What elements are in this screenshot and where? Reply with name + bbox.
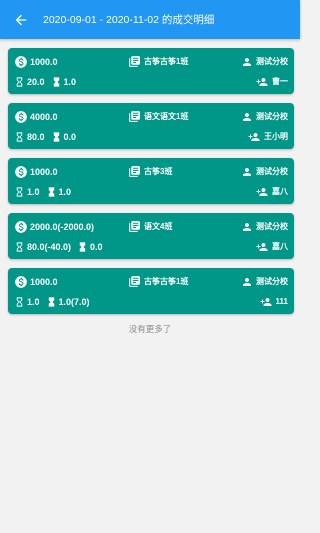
hourglass-full-icon (51, 131, 62, 143)
dollar-circle-icon (14, 55, 28, 69)
library-books-icon (128, 220, 141, 233)
student-name: 王小明 (264, 132, 288, 141)
transaction-card[interactable]: 2000.0(-2000.0) 语文4班 测试分校 80.0(-40.0) 0.… (8, 213, 294, 259)
school-name: 测试分校 (256, 222, 288, 231)
hourglass-full-icon (77, 241, 88, 253)
person-icon (241, 56, 253, 68)
class-name: 古筝3班 (144, 167, 173, 176)
class-name: 古筝古筝1班 (144, 277, 189, 286)
library-books-icon (128, 55, 141, 68)
student-info: 嘉八 (255, 238, 288, 255)
student-info: 王小明 (247, 128, 288, 145)
class-info: 语文4班 (128, 218, 172, 235)
person-icon (241, 166, 253, 178)
student-info: 曹一 (255, 73, 288, 90)
hourglass-full-icon (51, 76, 62, 88)
class-info: 古筝3班 (128, 163, 172, 180)
amount-value: 1000.0 (30, 56, 58, 67)
student-name: 111 (275, 297, 288, 306)
hours-value: 1.0 (27, 186, 40, 197)
student-name: 嘉八 (272, 242, 288, 251)
card-bottom-row: 1.0 1.0(7.0) 111 (14, 293, 288, 310)
class-name: 古筝古筝1班 (144, 57, 189, 66)
count-value: 0.0 (63, 131, 77, 142)
student-info: 嘉八 (255, 183, 288, 200)
add-person-icon (259, 296, 273, 308)
school-info: 测试分校 (241, 163, 288, 180)
hours-value: 20.0 (27, 76, 45, 87)
hours-value: 1.0 (27, 296, 40, 307)
card-top-row: 2000.0(-2000.0) 语文4班 测试分校 (14, 218, 288, 235)
dollar-circle-icon (14, 220, 28, 234)
count-value: 1.0 (63, 76, 77, 87)
person-icon (241, 221, 253, 233)
card-bottom-row: 80.0(-40.0) 0.0 嘉八 (14, 238, 288, 255)
library-books-icon (128, 165, 141, 178)
school-name: 测试分校 (256, 57, 288, 66)
library-books-icon (128, 275, 141, 288)
school-name: 测试分校 (256, 277, 288, 286)
add-person-icon (247, 131, 261, 143)
transaction-list: 1000.0 古筝古筝1班 测试分校 20.0 1.0 曹一 4000.0 语文… (0, 39, 300, 314)
class-info: 古筝古筝1班 (128, 273, 188, 290)
hourglass-empty-icon (14, 186, 25, 198)
class-info: 语文语文1班 (128, 108, 188, 125)
class-name: 语文4班 (144, 222, 173, 231)
card-bottom-row: 80.0 0.0 王小明 (14, 128, 288, 145)
school-info: 测试分校 (241, 218, 288, 235)
transaction-card[interactable]: 1000.0 古筝3班 测试分校 1.0 1.0 嘉八 (8, 158, 294, 204)
hours-value: 80.0 (27, 131, 45, 142)
arrow-back-icon[interactable] (13, 12, 29, 28)
card-top-row: 1000.0 古筝古筝1班 测试分校 (14, 273, 288, 290)
add-person-icon (255, 186, 269, 198)
school-name: 测试分校 (256, 112, 288, 121)
card-top-row: 1000.0 古筝3班 测试分校 (14, 163, 288, 180)
school-info: 测试分校 (241, 53, 288, 70)
add-person-icon (255, 241, 269, 253)
hours-value: 80.0(-40.0) (27, 241, 72, 252)
school-name: 测试分校 (256, 167, 288, 176)
hourglass-empty-icon (14, 241, 25, 253)
back-button[interactable] (12, 11, 30, 29)
transaction-card[interactable]: 1000.0 古筝古筝1班 测试分校 (8, 268, 294, 314)
count-value: 0.0 (90, 241, 103, 252)
count-value: 1.0 (58, 186, 72, 197)
transaction-card[interactable]: 4000.0 语文语文1班 测试分校 80.0 0.0 王小明 (8, 103, 294, 149)
card-top-row: 1000.0 古筝古筝1班 测试分校 (14, 53, 288, 70)
dollar-circle-icon (14, 275, 28, 289)
card-bottom-row: 1.0 1.0 嘉八 (14, 183, 288, 200)
student-name: 嘉八 (272, 187, 288, 196)
page-title: 2020-09-01 - 2020-11-02 的成交明细 (43, 14, 215, 26)
app-bar: 2020-09-01 - 2020-11-02 的成交明细 (0, 0, 300, 39)
person-icon (241, 276, 253, 288)
dollar-circle-icon (14, 165, 28, 179)
hourglass-empty-icon (14, 131, 25, 143)
school-info: 测试分校 (241, 273, 288, 290)
card-bottom-row: 20.0 1.0 曹一 (14, 73, 288, 90)
no-more-label: 没有更多了 (128, 324, 172, 334)
card-top-row: 4000.0 语文语文1班 测试分校 (14, 108, 288, 125)
count-value: 1.0(7.0) (58, 296, 90, 307)
transaction-card[interactable]: 1000.0 古筝古筝1班 测试分校 (8, 48, 294, 94)
amount-value: 2000.0(-2000.0) (30, 221, 95, 232)
hourglass-full-icon (46, 186, 57, 198)
amount-value: 1000.0 (30, 276, 58, 287)
class-info: 古筝古筝1班 (128, 53, 188, 70)
hourglass-empty-icon (14, 296, 25, 308)
amount-value: 1000.0 (30, 166, 58, 177)
student-info: 111 (259, 293, 288, 310)
dollar-circle-icon (14, 110, 28, 124)
student-name: 曹一 (272, 77, 288, 86)
library-books-icon (128, 110, 141, 123)
person-icon (241, 111, 253, 123)
add-person-icon (255, 76, 269, 88)
class-name: 语文语文1班 (144, 112, 189, 121)
school-info: 测试分校 (241, 108, 288, 125)
hourglass-empty-icon (14, 76, 25, 88)
hourglass-full-icon (46, 296, 57, 308)
amount-value: 4000.0 (30, 111, 58, 122)
